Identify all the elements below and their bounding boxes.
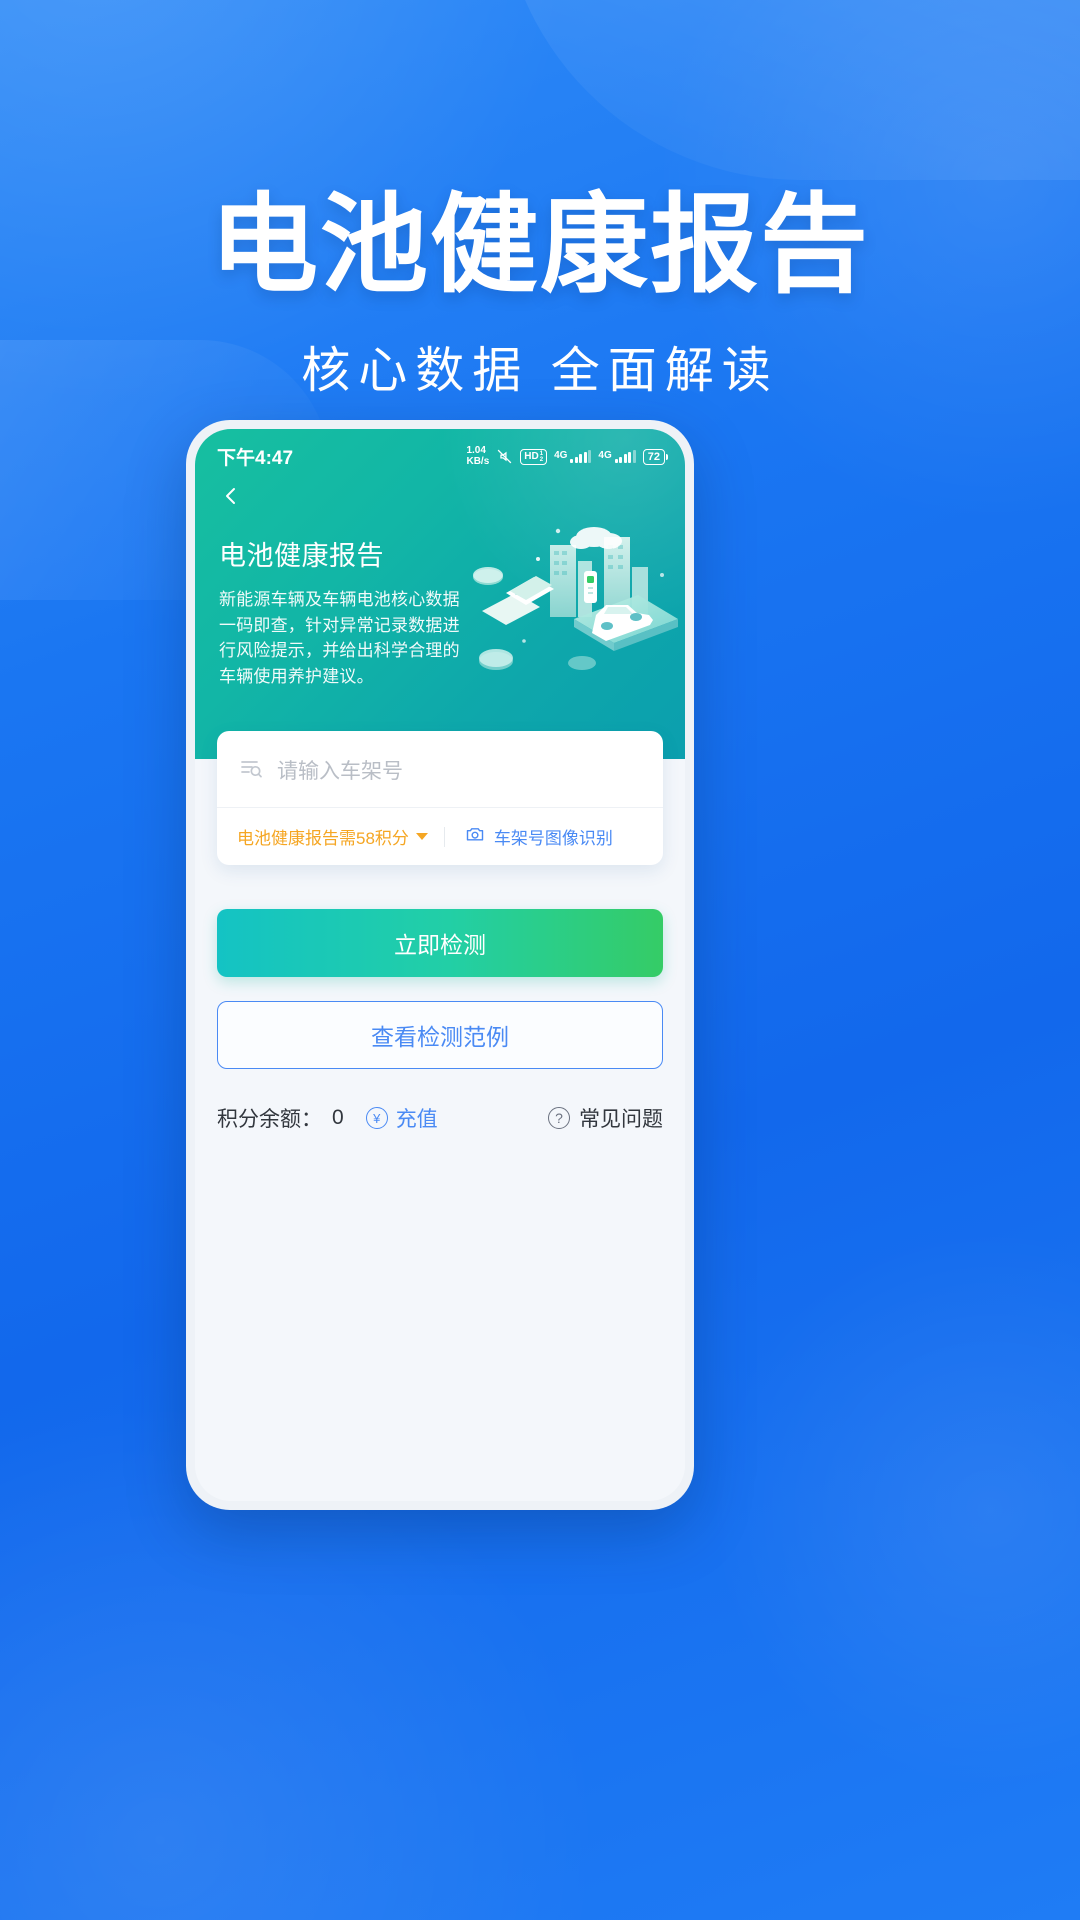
page-description: 新能源车辆及车辆电池核心数据一码即查，针对异常记录数据进行风险提示，并给出科学合…: [219, 590, 460, 686]
question-circle-icon: ?: [548, 1107, 570, 1129]
vin-ocr-button[interactable]: 车架号图像识别: [445, 824, 613, 849]
background-blob-bottom-right: [670, 1190, 1080, 1830]
vin-card-meta-row: 电池健康报告需58积分 车架号图像识别: [217, 808, 663, 865]
faq-link[interactable]: ? 常见问题: [548, 1103, 663, 1133]
yen-circle-icon: ¥: [365, 1107, 388, 1129]
phone-mockup: 下午4:47 1.04 KB/s HD 1 2: [186, 420, 694, 1510]
recharge-label: 充值: [395, 1108, 438, 1131]
vin-search-icon: [239, 756, 263, 785]
points-cost-dropdown[interactable]: 电池健康报告需58积分: [237, 824, 444, 849]
content-filler: [195, 1133, 685, 1501]
faq-label: 常见问题: [579, 1108, 663, 1131]
phone-screen: 下午4:47 1.04 KB/s HD 1 2: [195, 429, 685, 1501]
page-title: 电池健康报告: [219, 541, 384, 571]
points-cost-label: 电池健康报告需58积分: [237, 829, 409, 848]
vin-search-row[interactable]: 请输入车架号: [217, 731, 663, 808]
recharge-link[interactable]: ¥ 充值: [365, 1103, 438, 1133]
poster-subtitle: 核心数据 全面解读: [301, 343, 779, 398]
vin-search-input[interactable]: 请输入车架号: [277, 755, 403, 785]
view-sample-report-button[interactable]: 查看检测范例: [217, 1001, 663, 1069]
hero-text-block: 电池健康报告 新能源车辆及车辆电池核心数据一码即查，针对异常记录数据进行风险提示…: [195, 508, 499, 689]
vin-search-card: 请输入车架号 电池健康报告需58积分 车架号图像识别: [217, 731, 663, 865]
start-detection-button[interactable]: 立即检测: [217, 909, 663, 977]
vin-ocr-label: 车架号图像识别: [493, 829, 613, 848]
footer-row: 积分余额： 0 ¥ 充值 ? 常见问题: [217, 1103, 663, 1133]
points-balance-value: 0: [332, 1106, 344, 1129]
poster-headline-block: 电池健康报告 核心数据 全面解读: [0, 184, 1080, 402]
camera-icon: [465, 824, 485, 849]
poster-title: 电池健康报告: [209, 184, 870, 305]
battery-indicator: 72: [642, 448, 665, 465]
points-balance-group: 积分余额： 0 ¥ 充值: [217, 1103, 438, 1133]
chevron-down-icon: [415, 833, 428, 840]
app-hero-banner: 下午4:47 1.04 KB/s HD 1 2: [195, 429, 685, 759]
points-balance-label: 积分余额：: [217, 1108, 322, 1131]
